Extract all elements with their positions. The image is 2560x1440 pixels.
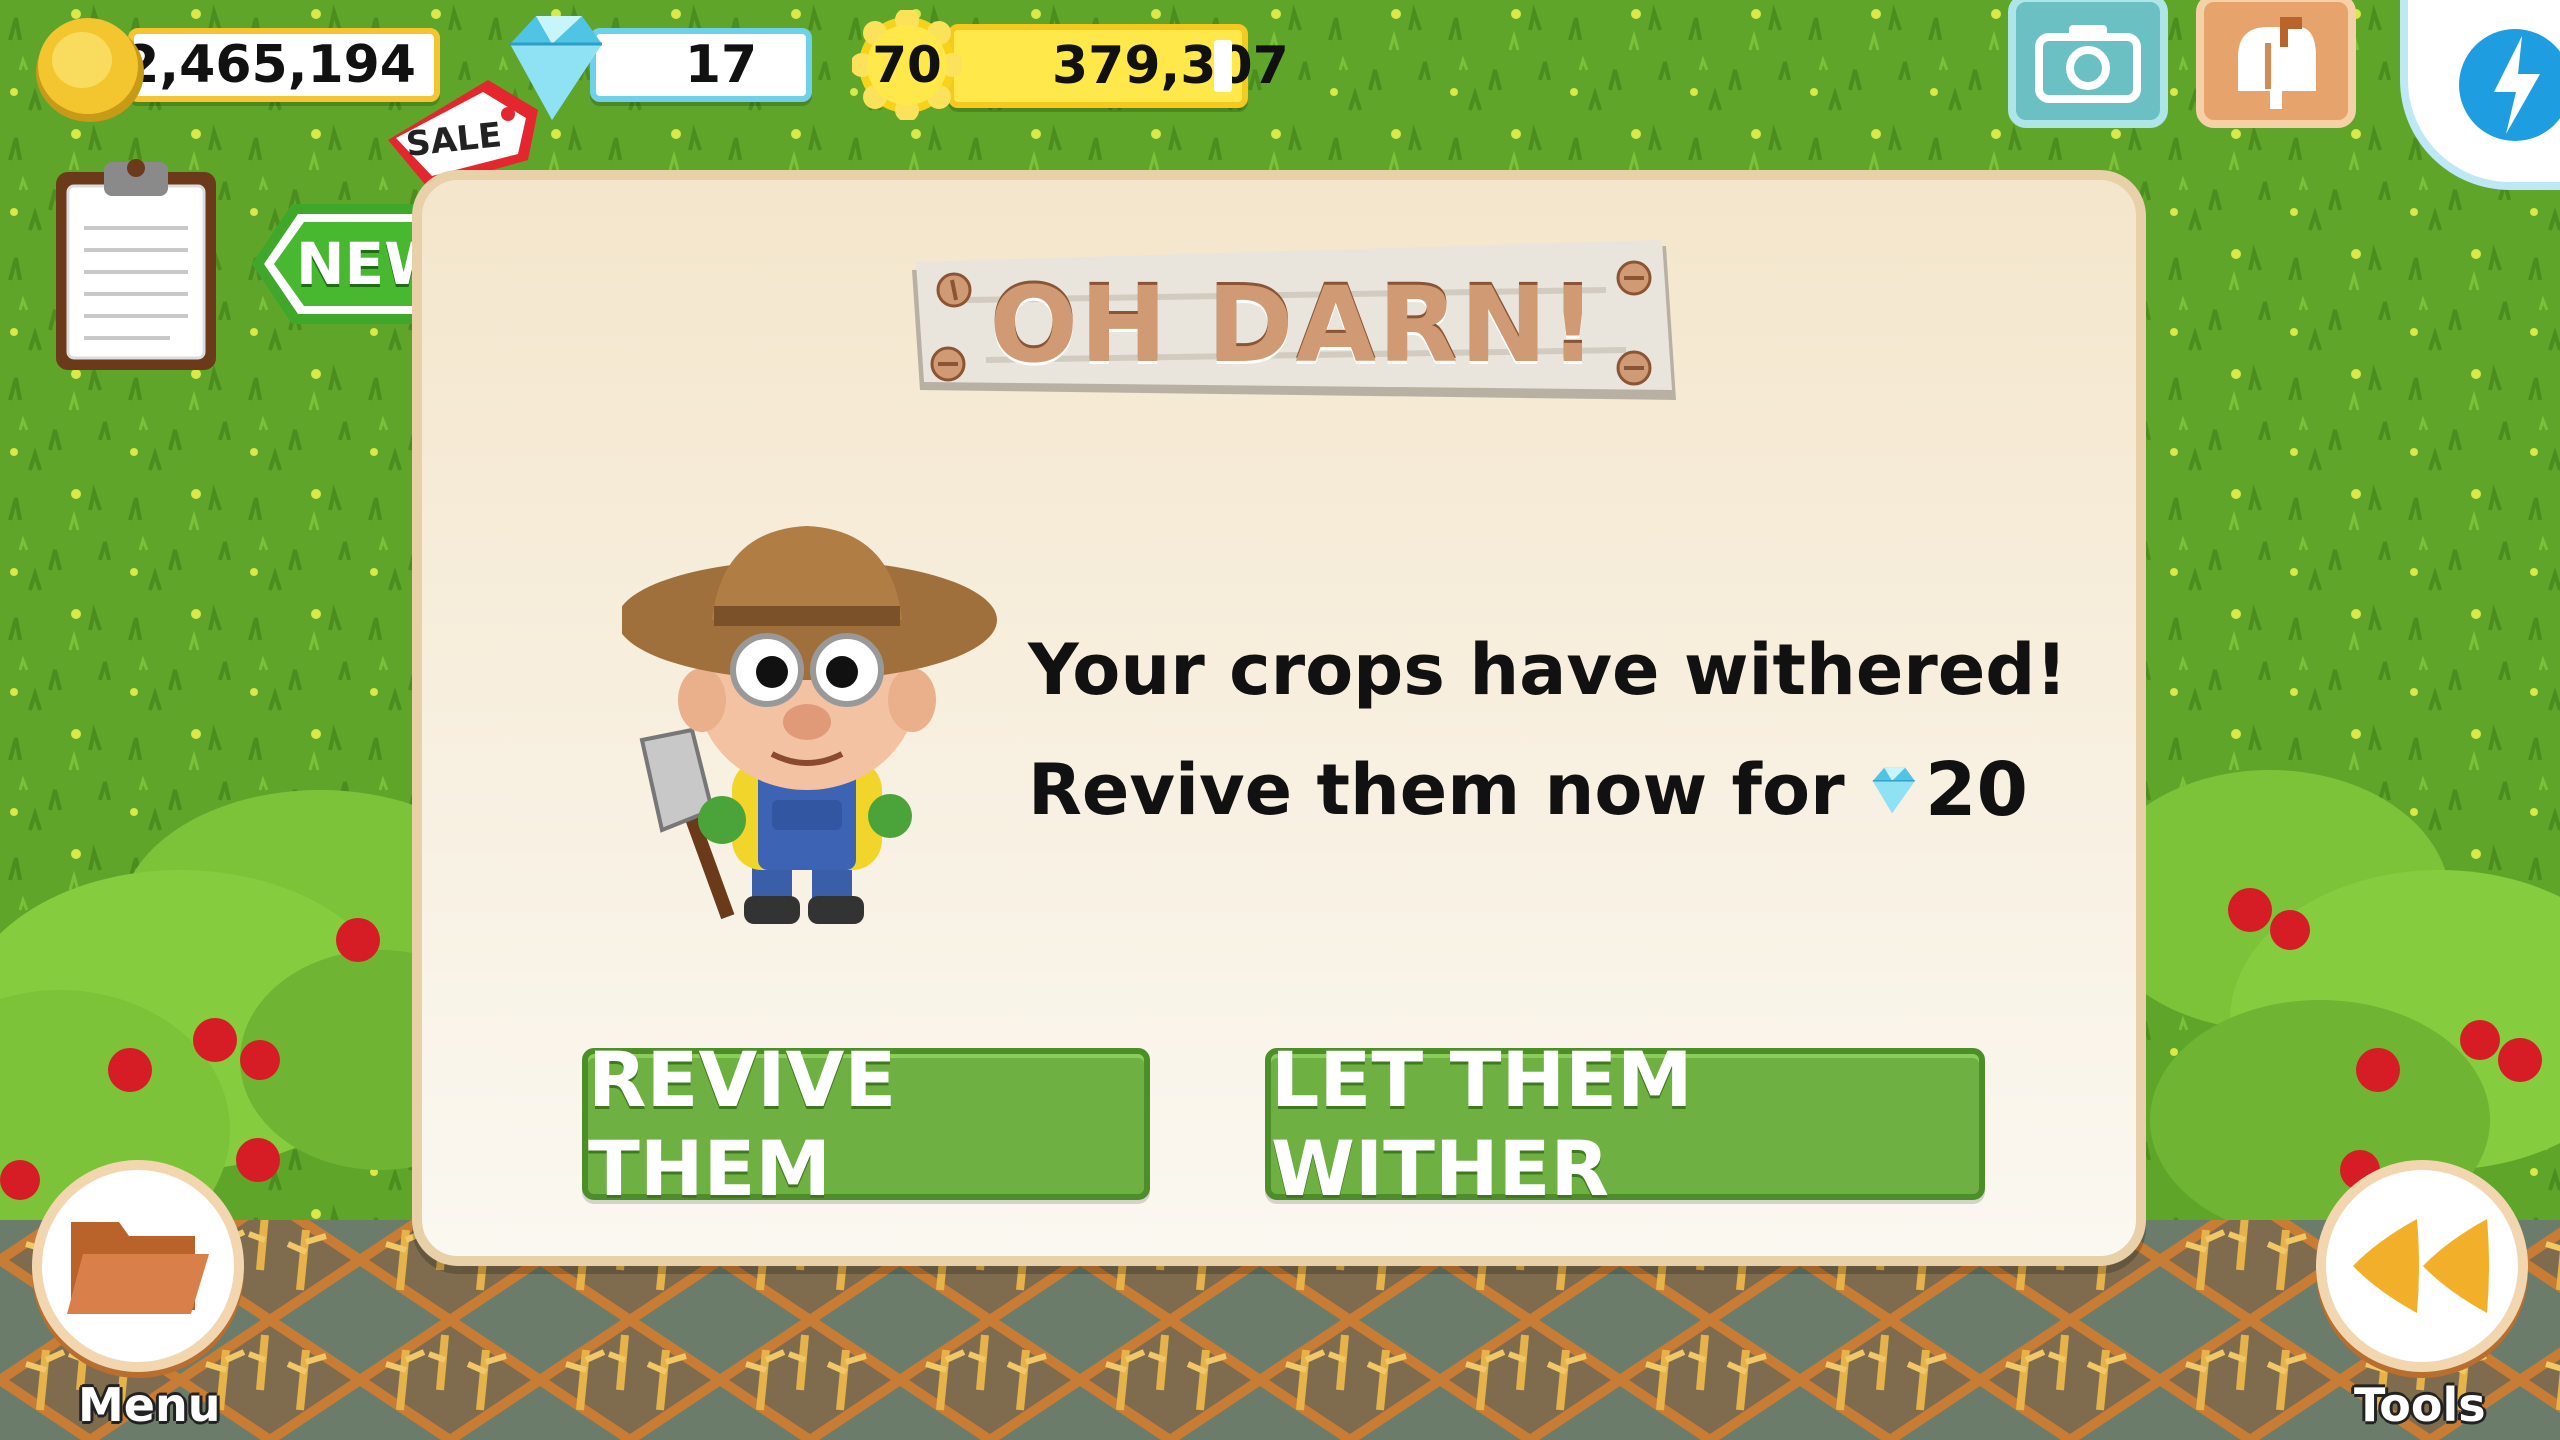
message-line-1: Your crops have withered! — [1028, 629, 2068, 711]
camera-button[interactable] — [2008, 0, 2168, 128]
gems-value: 17 — [684, 35, 758, 95]
gems-counter: 17 — [590, 28, 812, 102]
level-value: 70 — [872, 36, 942, 94]
let-them-wither-label: LET THEM WITHER — [1271, 1035, 1693, 1213]
new-badge[interactable]: NEW — [252, 200, 448, 328]
clipboard-icon — [56, 159, 216, 370]
camera-icon — [2035, 25, 2141, 103]
mailbox-icon — [2238, 17, 2316, 109]
coin-icon — [36, 18, 144, 122]
tools-label[interactable]: Tools — [2354, 1378, 2486, 1432]
withered-crops-dialog: OH DARN! Your crops have withered! Reviv… — [412, 170, 2146, 1266]
revive-them-button[interactable]: REVIVE THEM — [582, 1035, 1150, 1213]
xp-value: 379,307 — [1052, 36, 1289, 96]
level-badge: 70 — [850, 8, 964, 122]
clipboard-button[interactable] — [50, 150, 222, 376]
tools-button[interactable] — [2316, 1160, 2528, 1372]
message-line-2: Revive them now for — [1028, 749, 1845, 831]
title-plank: OH DARN! — [906, 240, 1682, 410]
revive-them-label: REVIVE THEM — [588, 1035, 897, 1213]
xp-bar-end — [1214, 40, 1232, 92]
mailbox-button[interactable] — [2196, 0, 2356, 128]
folder-icon — [67, 1222, 209, 1314]
dialog-title: OH DARN! — [989, 264, 1599, 386]
menu-button[interactable] — [32, 1160, 244, 1372]
xp-counter: 379,307 — [948, 24, 1289, 108]
revive-cost: 20 — [1925, 747, 2028, 833]
let-them-wither-button[interactable]: LET THEM WITHER — [1265, 1035, 1985, 1213]
gem-icon — [1872, 767, 1915, 814]
menu-label[interactable]: Menu — [78, 1378, 220, 1432]
dialog-message: Your crops have withered! Revive them no… — [1028, 610, 2067, 850]
rewind-icon — [2353, 1219, 2489, 1313]
farmer-character — [622, 526, 997, 924]
energy-icon — [2459, 29, 2560, 141]
